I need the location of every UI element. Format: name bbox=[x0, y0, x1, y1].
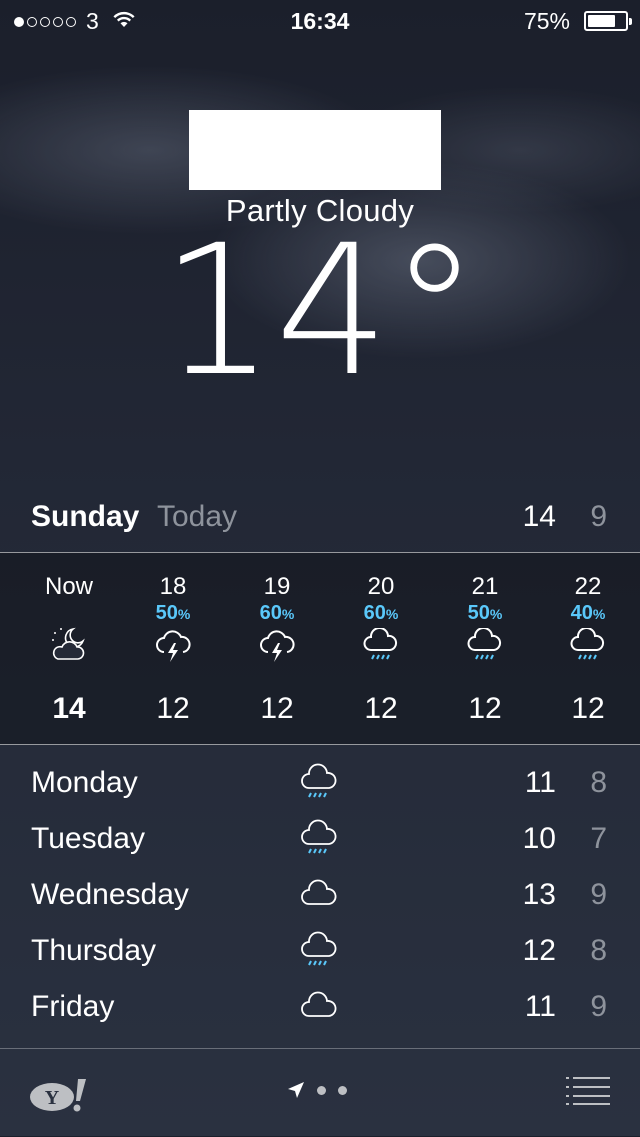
hour-time: 21 bbox=[471, 573, 499, 600]
svg-text:Y: Y bbox=[45, 1087, 60, 1109]
location-name-redacted bbox=[189, 110, 441, 190]
day-high: 11 bbox=[524, 766, 556, 799]
day-name: Tuesday bbox=[31, 822, 145, 855]
hour-temperature: 14 bbox=[52, 692, 86, 725]
rain-icon bbox=[467, 628, 502, 660]
hour-temperature: 12 bbox=[156, 692, 190, 725]
daily-row: Friday 11 9 bbox=[0, 978, 640, 1034]
daily-row: Tuesday 10 7 bbox=[0, 810, 640, 866]
rain-icon bbox=[301, 819, 337, 854]
yahoo-logo[interactable]: Y bbox=[30, 1077, 90, 1113]
rain-icon bbox=[301, 931, 337, 966]
hourly-forecast-strip[interactable]: Now 14 18 50% 12 19 60% 12 20 60% 12 21 … bbox=[0, 552, 640, 745]
today-low: 9 bbox=[590, 500, 607, 533]
battery-fill bbox=[588, 15, 615, 27]
day-name: Thursday bbox=[31, 934, 157, 967]
hour-temperature: 12 bbox=[468, 692, 502, 725]
page-indicator[interactable] bbox=[287, 1081, 347, 1099]
precip-chance: 60% bbox=[363, 602, 399, 624]
thunderstorm-icon bbox=[260, 630, 295, 662]
hour-temperature: 12 bbox=[260, 692, 294, 725]
precip-chance: 60% bbox=[259, 602, 295, 624]
today-label: Today bbox=[157, 500, 238, 533]
hour-column: Now 14 bbox=[17, 553, 121, 744]
hour-column: 18 50% 12 bbox=[121, 553, 225, 744]
day-name: Wednesday bbox=[31, 878, 189, 911]
hour-column: 21 50% 12 bbox=[433, 553, 537, 744]
rain-icon bbox=[301, 763, 337, 798]
day-low: 9 bbox=[590, 878, 607, 911]
day-high: 11 bbox=[524, 990, 556, 1023]
rain-icon bbox=[570, 628, 605, 660]
battery-percentage: 75% bbox=[523, 8, 570, 34]
day-high: 10 bbox=[522, 822, 556, 855]
today-high: 14 bbox=[522, 500, 556, 533]
precip-chance: 50% bbox=[155, 602, 191, 624]
hour-time: Now bbox=[44, 573, 93, 600]
hour-temperature: 12 bbox=[364, 692, 398, 725]
hour-column: 19 60% 12 bbox=[225, 553, 329, 744]
page-dot bbox=[317, 1085, 326, 1095]
precip-chance: 50% bbox=[467, 602, 503, 624]
bottom-toolbar: Y bbox=[0, 1048, 640, 1137]
hour-column: 22 40% 12 bbox=[536, 553, 640, 744]
day-low: 9 bbox=[590, 990, 607, 1023]
hour-time: 22 bbox=[574, 573, 602, 600]
hour-column: 20 60% 12 bbox=[329, 553, 433, 744]
hour-time: 18 bbox=[159, 573, 187, 600]
list-icon[interactable] bbox=[566, 1077, 610, 1105]
location-arrow-icon bbox=[288, 1082, 304, 1098]
hour-time: 20 bbox=[367, 573, 395, 600]
daily-row: Thursday 12 8 bbox=[0, 922, 640, 978]
rain-icon bbox=[363, 628, 398, 660]
day-low: 8 bbox=[590, 766, 607, 799]
hour-time: 19 bbox=[263, 573, 291, 600]
day-high: 12 bbox=[522, 934, 556, 967]
day-low: 7 bbox=[590, 822, 607, 855]
partly-cloudy-night-icon bbox=[52, 627, 85, 660]
cloud-icon bbox=[301, 991, 337, 1017]
status-bar: 3 16:34 75% bbox=[0, 0, 640, 40]
today-day-name: Sunday bbox=[31, 500, 140, 533]
daily-row: Monday 11 8 bbox=[0, 754, 640, 810]
hour-temperature: 12 bbox=[571, 692, 605, 725]
day-name: Monday bbox=[31, 766, 138, 799]
day-low: 8 bbox=[590, 934, 607, 967]
day-high: 13 bbox=[522, 878, 556, 911]
precip-chance: 40% bbox=[570, 602, 606, 624]
cloud-icon bbox=[301, 879, 337, 905]
thunderstorm-icon bbox=[156, 630, 191, 662]
daily-row: Wednesday 13 9 bbox=[0, 866, 640, 922]
page-dot bbox=[338, 1085, 347, 1095]
day-name: Friday bbox=[31, 990, 115, 1023]
current-temperature: 14° bbox=[160, 207, 480, 416]
battery-icon bbox=[584, 11, 632, 31]
today-summary-row[interactable]: Sunday Today 14 9 bbox=[0, 492, 640, 542]
